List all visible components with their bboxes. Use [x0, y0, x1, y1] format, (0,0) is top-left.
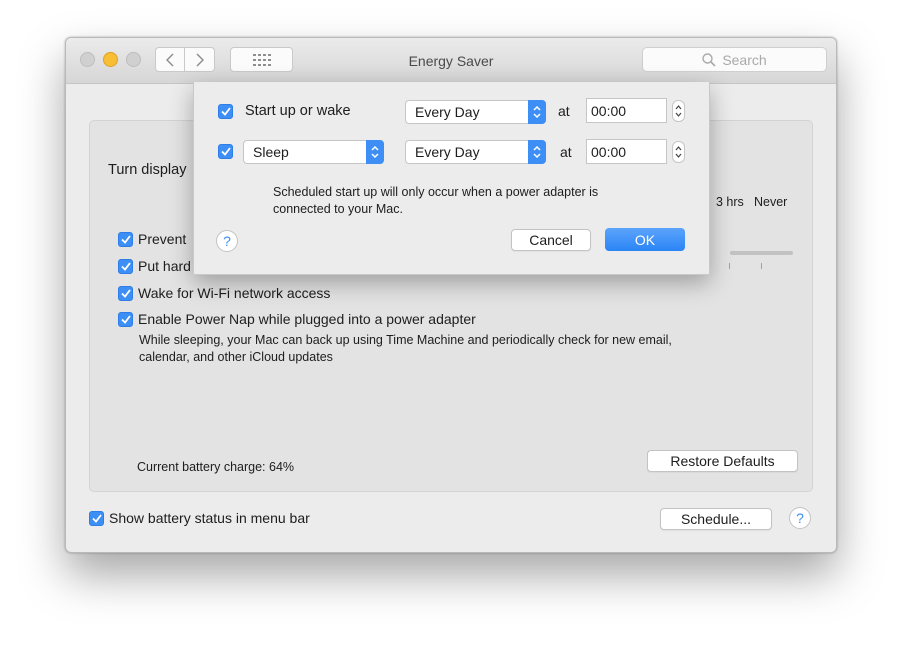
prevent-sleep-checkbox[interactable]	[118, 232, 133, 247]
start-up-time-field[interactable]: 00:00	[586, 98, 667, 123]
power-nap-checkbox[interactable]	[118, 312, 133, 327]
show-battery-status-label: Show battery status in menu bar	[109, 510, 310, 526]
search-field[interactable]: Search	[642, 47, 827, 72]
cancel-button[interactable]: Cancel	[511, 229, 591, 251]
updown-arrows-icon	[528, 100, 546, 124]
checkmark-icon	[120, 235, 131, 244]
battery-charge-status: Current battery charge: 64%	[137, 460, 295, 474]
checkmark-icon	[120, 289, 131, 298]
title-bar: Energy Saver Search	[66, 38, 836, 84]
sleep-frequency-value: Every Day	[415, 144, 480, 160]
checkmark-icon	[220, 107, 231, 116]
display-sleep-slider[interactable]	[730, 251, 793, 255]
schedule-button[interactable]: Schedule...	[660, 508, 772, 530]
slider-tick	[729, 263, 730, 269]
slider-tick	[761, 263, 762, 269]
slider-label-3hrs: 3 hrs	[716, 195, 744, 209]
start-up-frequency-value: Every Day	[415, 104, 480, 120]
start-up-label: Start up or wake	[245, 103, 351, 119]
schedule-note-line2: connected to your Mac.	[273, 202, 403, 216]
stepper-icon	[675, 146, 682, 158]
start-up-frequency-popup[interactable]: Every Day	[405, 100, 546, 124]
power-nap-label: Enable Power Nap while plugged into a po…	[138, 311, 476, 327]
stepper-icon	[675, 105, 682, 117]
start-up-at-label: at	[558, 103, 570, 119]
restore-defaults-button[interactable]: Restore Defaults	[647, 450, 798, 472]
sleep-time-stepper[interactable]	[672, 141, 685, 163]
updown-arrows-icon	[528, 140, 546, 164]
updown-arrows-icon	[366, 140, 384, 164]
help-icon[interactable]: ?	[789, 507, 811, 529]
wake-wifi-checkbox[interactable]	[118, 286, 133, 301]
start-up-checkbox[interactable]	[218, 104, 233, 119]
search-icon	[702, 52, 716, 67]
show-battery-status-checkbox[interactable]	[89, 511, 104, 526]
checkmark-icon	[220, 147, 231, 156]
schedule-note-line1: Scheduled start up will only occur when …	[273, 185, 599, 199]
search-placeholder: Search	[722, 51, 767, 68]
sleep-checkbox[interactable]	[218, 144, 233, 159]
wake-wifi-label: Wake for Wi-Fi network access	[138, 285, 331, 301]
power-nap-description-line2: calendar, and other iCloud updates	[139, 350, 333, 364]
dialog-help-icon[interactable]: ?	[216, 230, 238, 252]
slider-label-never: Never	[754, 195, 788, 209]
start-up-time-stepper[interactable]	[672, 100, 685, 122]
sleep-action-value: Sleep	[253, 144, 289, 160]
turn-display-label: Turn display	[108, 162, 187, 178]
hard-disk-sleep-checkbox[interactable]	[118, 259, 133, 274]
sleep-at-label: at	[560, 144, 572, 160]
power-nap-description-line1: While sleeping, your Mac can back up usi…	[139, 333, 672, 347]
sleep-time-field[interactable]: 00:00	[586, 139, 667, 164]
checkmark-icon	[91, 514, 102, 523]
schedule-sheet: Start up or wake Every Day at 00:00 Slee…	[193, 82, 710, 275]
checkmark-icon	[120, 262, 131, 271]
checkmark-icon	[120, 315, 131, 324]
prevent-sleep-label: Prevent	[138, 231, 187, 247]
sleep-frequency-popup[interactable]: Every Day	[405, 140, 546, 164]
sleep-action-popup[interactable]: Sleep	[243, 140, 384, 164]
hard-disk-sleep-label: Put hard	[138, 258, 191, 274]
ok-button[interactable]: OK	[605, 228, 685, 251]
